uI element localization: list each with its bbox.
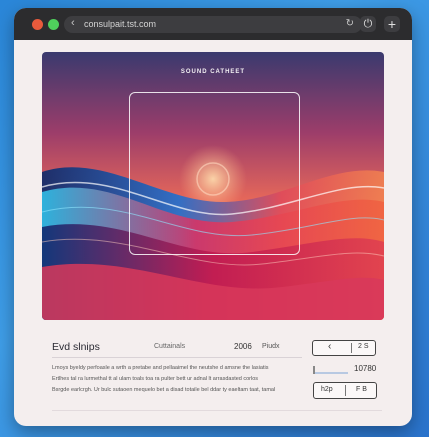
hero-title: SOUND CATHEET: [180, 69, 246, 75]
info-subtitle: Cuttainals: [154, 343, 186, 350]
close-window-button[interactable]: [32, 19, 43, 30]
paragraph-line: Lmoys byeldy perfoasle a wrth a pretabe …: [52, 365, 269, 371]
info-number: 2006: [234, 342, 252, 351]
maximize-window-button[interactable]: [48, 19, 59, 30]
segment-right-button[interactable]: F B: [356, 386, 367, 393]
slider-value: 10780: [354, 364, 377, 373]
separator: [345, 385, 346, 396]
prev-button[interactable]: ‹: [328, 341, 331, 352]
page-indicator[interactable]: 2 S: [358, 343, 369, 350]
hero-image: SOUND CATHEET: [42, 52, 384, 320]
slider-handle[interactable]: [313, 366, 315, 374]
slider-track[interactable]: [314, 372, 348, 374]
divider: [52, 357, 302, 358]
url-text: consulpait.tst.com: [84, 19, 157, 29]
browser-window: ‹ consulpait.tst.com ↻ ⏻ + SOUND CATHEET…: [14, 8, 412, 426]
info-title: Evd slnips: [52, 341, 100, 353]
title-bar: ‹ consulpait.tst.com ↻ ⏻ +: [14, 8, 412, 40]
separator: [351, 343, 352, 353]
info-label: Piudx: [262, 343, 280, 350]
power-button[interactable]: ⏻: [360, 16, 376, 32]
plus-icon: +: [387, 16, 397, 32]
segment-left-button[interactable]: h2p: [321, 386, 333, 393]
segmented-buttons[interactable]: h2p F B: [313, 382, 377, 399]
divider: [52, 410, 382, 411]
paragraph-line: Bsrgde earlcrgh. Ur bulc sutaoen mequelo…: [52, 387, 276, 393]
selection-frame: [129, 92, 300, 255]
info-panel: Evd slnips Cuttainals 2006 Piudx Lmoys b…: [14, 320, 412, 426]
pager-control[interactable]: ‹ 2 S: [312, 340, 376, 356]
address-bar[interactable]: ‹ consulpait.tst.com ↻: [64, 16, 362, 33]
reload-icon[interactable]: ↻: [346, 18, 354, 29]
power-icon: ⏻: [363, 18, 373, 30]
paragraph-line: Ertlhes tal ra lurmethal tt al ulam toal…: [52, 376, 259, 382]
arrow-left-icon[interactable]: ‹: [71, 17, 75, 29]
new-tab-button[interactable]: +: [384, 16, 400, 32]
